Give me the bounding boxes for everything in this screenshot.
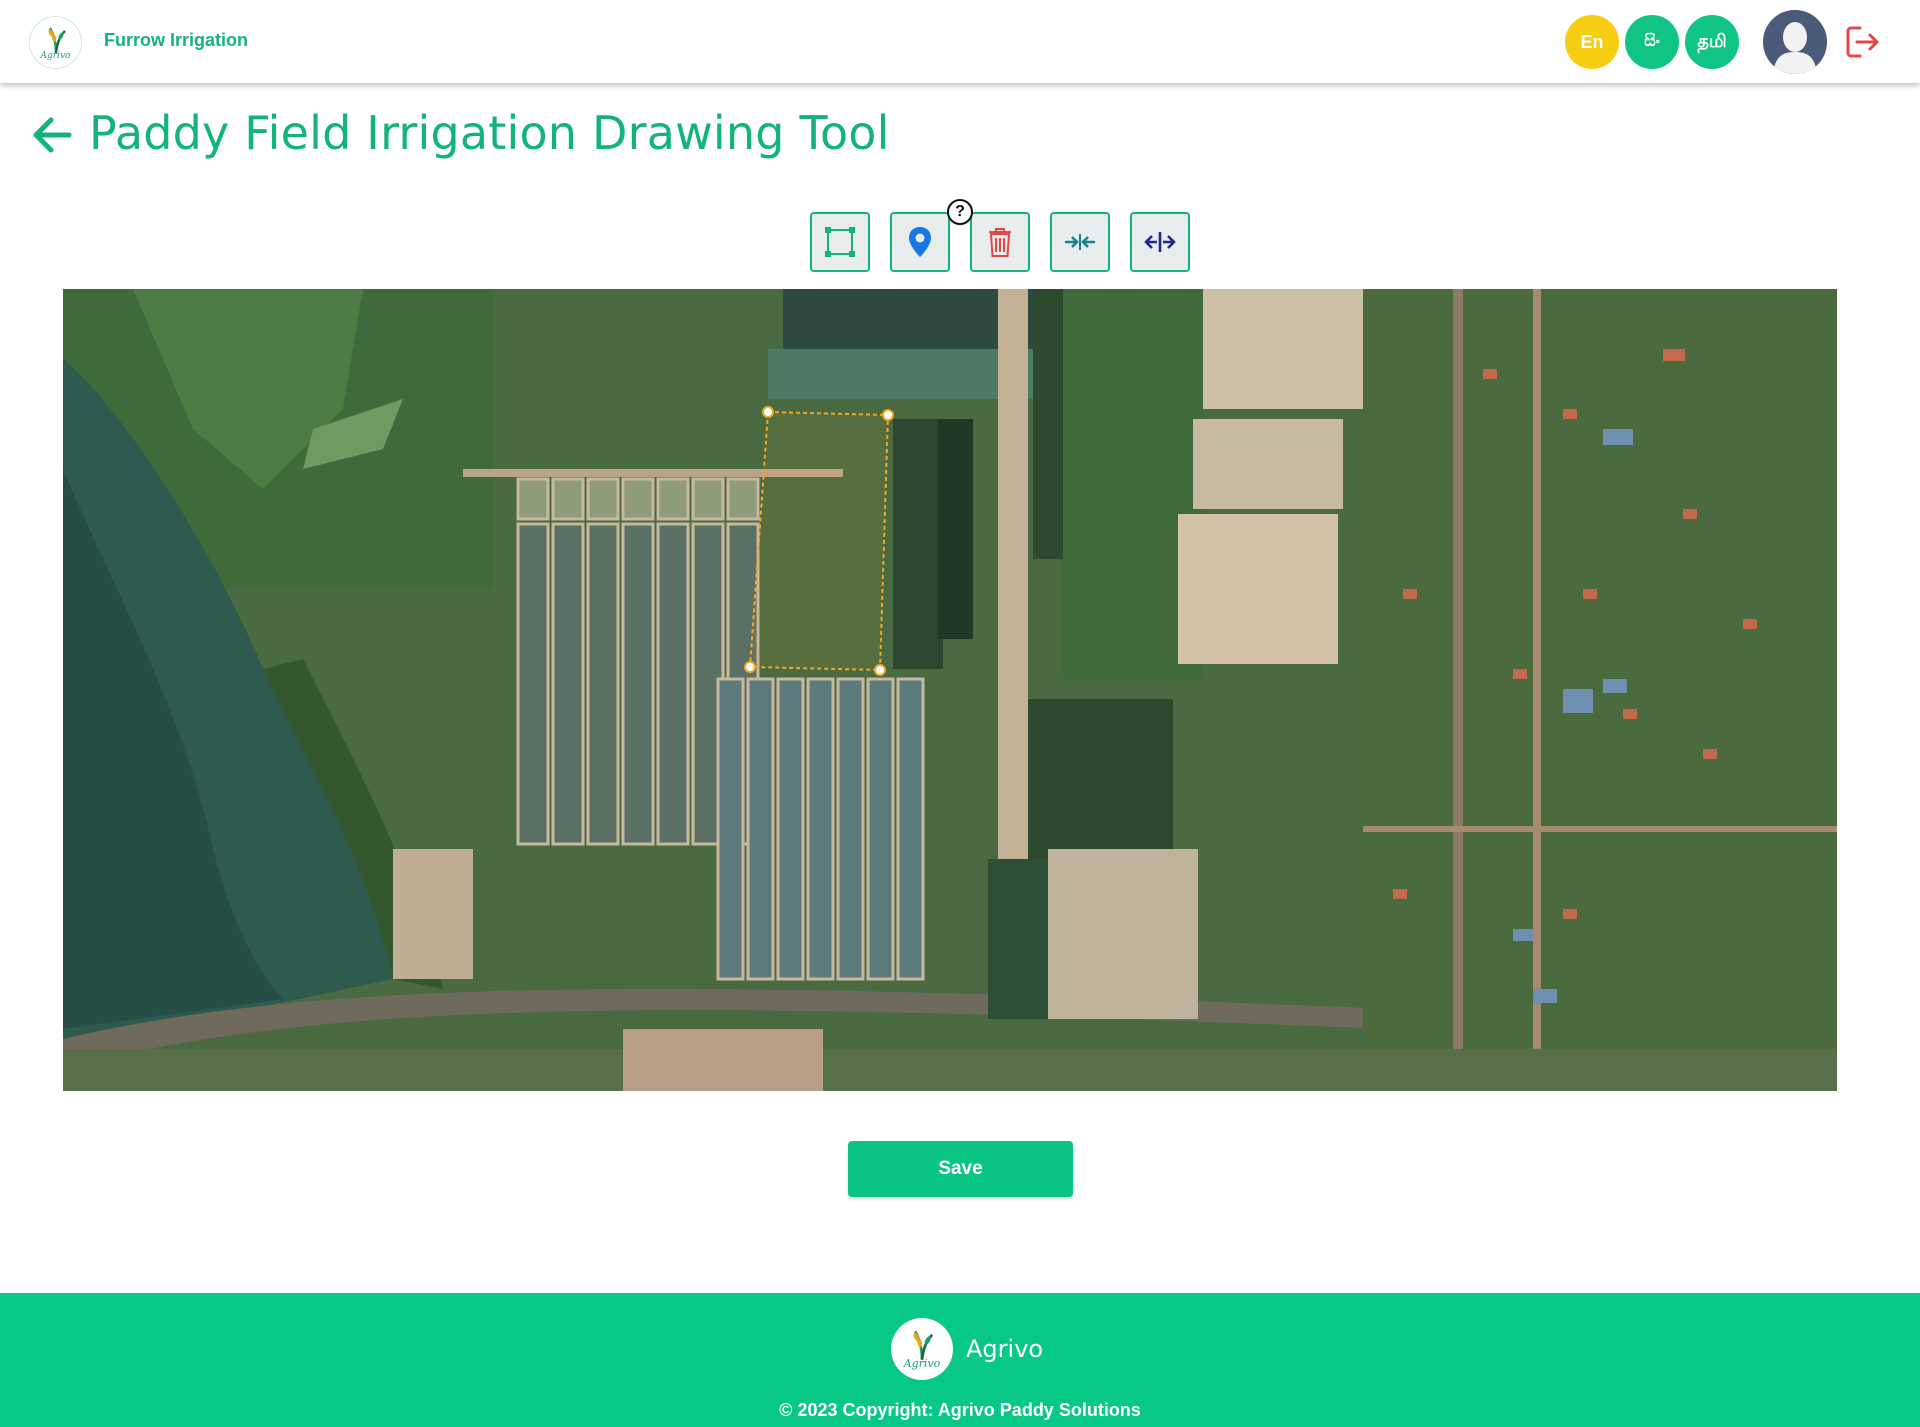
satellite-map[interactable] (63, 289, 1837, 1091)
language-tamil-button[interactable]: தமி (1685, 15, 1739, 69)
logo-wordmark: Agrivo (40, 50, 71, 61)
app-name[interactable]: Furrow Irrigation (104, 30, 248, 51)
marker-tool-button[interactable] (890, 212, 950, 272)
agrivo-logo[interactable]: Agrivo (29, 16, 82, 69)
logout-button[interactable] (1842, 22, 1882, 62)
help-icon[interactable]: ? (947, 199, 973, 225)
map-pin-icon (909, 227, 931, 257)
rectangle-select-icon (825, 227, 855, 257)
split-tool-button[interactable] (1130, 212, 1190, 272)
save-button[interactable]: Save (848, 1141, 1073, 1197)
logout-icon (1846, 26, 1879, 58)
footer-brand: Agrivo (966, 1335, 1044, 1363)
top-navbar: Agrivo Furrow Irrigation En සිං தமி (0, 0, 1920, 83)
user-icon (1763, 10, 1827, 74)
merge-tool-button[interactable] (1050, 212, 1110, 272)
arrows-outward-icon (1144, 232, 1176, 252)
arrows-inward-icon (1065, 234, 1095, 250)
delete-tool-button[interactable] (970, 212, 1030, 272)
trash-icon (989, 228, 1011, 257)
language-english-button[interactable]: En (1565, 15, 1619, 69)
language-sinhala-button[interactable]: සිං (1625, 15, 1679, 69)
copyright-text: © 2023 Copyright: Agrivo Paddy Solutions (779, 1400, 1141, 1420)
footer-logo: Agrivo (891, 1318, 953, 1380)
user-avatar[interactable] (1763, 10, 1827, 74)
arrow-left-icon (33, 117, 72, 153)
rectangle-tool-button[interactable] (810, 212, 870, 272)
satellite-imagery (63, 289, 1837, 1091)
page-title: Paddy Field Irrigation Drawing Tool (89, 106, 890, 160)
footer-logo-wordmark: Agrivo (903, 1357, 941, 1370)
back-button[interactable] (31, 114, 73, 156)
